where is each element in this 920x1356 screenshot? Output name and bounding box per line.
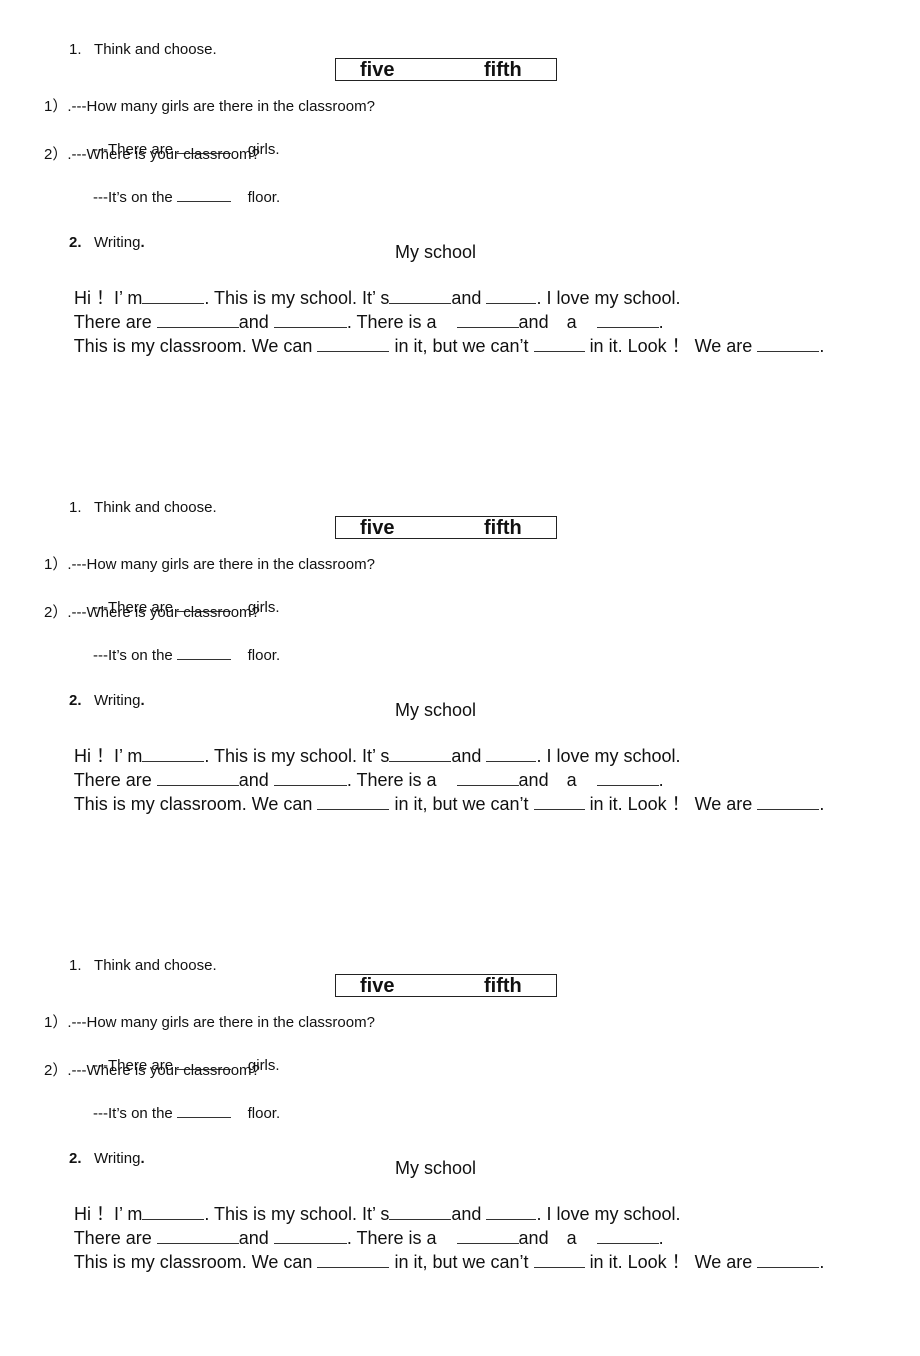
answer-line-2: ---It’s on the floor. (68, 629, 280, 678)
word-choice-box: five fifth (335, 974, 557, 997)
worksheet-section: 1. Think and choose. five fifth 1）.---Ho… (0, 916, 920, 1356)
essay-title: My school (395, 700, 477, 720)
question-number: 2. (69, 1150, 82, 1167)
essay-line-3: This is my classroom. We can in it, but … (44, 1231, 825, 1289)
answer-line-2: ---It’s on the floor. (68, 171, 280, 220)
essay-line-3: This is my classroom. We can in it, but … (44, 773, 825, 831)
question-item-2: 2）.---Where is your classroom? (44, 1062, 260, 1079)
question-title: Writing (94, 1150, 141, 1167)
question-number: 1. (69, 957, 82, 974)
essay-blank[interactable] (317, 791, 390, 810)
essay-title: My school (395, 1158, 477, 1178)
question-title: Think and choose. (94, 499, 217, 516)
question-item-1: 1）.---How many girls are there in the cl… (44, 1014, 375, 1031)
question-1-heading: 1. Think and choose. (44, 485, 217, 530)
essay-blank[interactable] (757, 1249, 820, 1268)
worksheet-section: 1. Think and choose. five fifth 1）.---Ho… (0, 458, 920, 898)
question-2-heading: 2. Writing. (69, 1150, 145, 1167)
question-item-1: 1）.---How many girls are there in the cl… (44, 98, 375, 115)
question-number: 1. (69, 499, 82, 516)
essay-line-3: This is my classroom. We can in it, but … (44, 315, 825, 373)
word-option: five (360, 975, 395, 997)
word-option: fifth (484, 517, 522, 539)
word-option: fifth (484, 59, 522, 81)
question-2-heading: 2. Writing. (69, 692, 145, 709)
essay-blank[interactable] (317, 1249, 390, 1268)
word-option: five (360, 517, 395, 539)
question-title: Writing (94, 234, 141, 251)
question-2-heading: 2. Writing. (69, 234, 145, 251)
question-item-1: 1）.---How many girls are there in the cl… (44, 556, 375, 573)
answer-line-2: ---It’s on the floor. (68, 1087, 280, 1136)
question-title: Writing (94, 692, 141, 709)
word-option: five (360, 59, 395, 81)
question-item-2: 2）.---Where is your classroom? (44, 146, 260, 163)
essay-blank[interactable] (317, 333, 390, 352)
question-title: Think and choose. (94, 41, 217, 58)
word-choice-box: five fifth (335, 58, 557, 81)
question-1-heading: 1. Think and choose. (44, 943, 217, 988)
worksheet-section: 1. Think and choose. five fifth 1）.---Ho… (0, 0, 920, 440)
essay-blank[interactable] (757, 333, 820, 352)
answer-blank[interactable] (176, 1102, 231, 1118)
word-choice-box: five fifth (335, 516, 557, 539)
essay-blank[interactable] (757, 791, 820, 810)
essay-blank[interactable] (533, 791, 585, 810)
question-item-2: 2）.---Where is your classroom? (44, 604, 260, 621)
essay-blank[interactable] (533, 333, 585, 352)
answer-blank[interactable] (176, 644, 231, 660)
word-option: fifth (484, 975, 522, 997)
question-title: Think and choose. (94, 957, 217, 974)
essay-blank[interactable] (533, 1249, 585, 1268)
answer-blank[interactable] (176, 186, 231, 202)
essay-title: My school (395, 242, 477, 262)
question-number: 2. (69, 692, 82, 709)
question-number: 1. (69, 41, 82, 58)
question-1-heading: 1. Think and choose. (44, 27, 217, 72)
question-number: 2. (69, 234, 82, 251)
